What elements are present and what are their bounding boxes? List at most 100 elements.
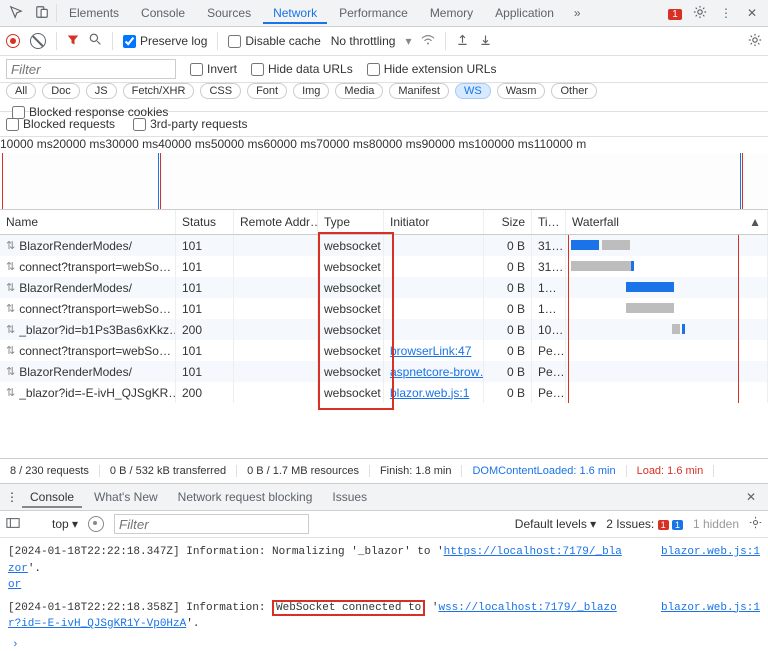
disable-cache-checkbox[interactable]: Disable cache bbox=[228, 34, 320, 48]
console-log-line: [2024-01-18T22:22:18.358Z] Information: … bbox=[8, 600, 624, 633]
summary-dom: DOMContentLoaded: 1.6 min bbox=[462, 465, 626, 477]
network-settings-gear-icon[interactable] bbox=[748, 33, 762, 50]
drawer-tab-issues[interactable]: Issues bbox=[324, 486, 375, 508]
initiator-link[interactable]: browserLink:47 bbox=[390, 344, 471, 358]
type-filter-row: All Doc JS Fetch/XHR CSS Font Img Media Manifest… bbox=[0, 83, 768, 112]
network-summary-bar: 8 / 230 requests 0 B / 532 kB transferre… bbox=[0, 459, 768, 484]
initiator-link[interactable]: blazor.web.js:1 bbox=[390, 386, 469, 400]
type-pill-fetchxhr[interactable]: Fetch/XHR bbox=[123, 83, 195, 99]
summary-resources: 0 B / 1.7 MB resources bbox=[237, 465, 370, 477]
hidden-count: 1 hidden bbox=[693, 517, 739, 531]
device-toggle-icon[interactable] bbox=[30, 5, 54, 22]
type-pill-other[interactable]: Other bbox=[551, 83, 597, 99]
console-prompt[interactable]: › bbox=[8, 633, 760, 651]
levels-select[interactable]: Default levels ▾ bbox=[515, 517, 596, 531]
close-drawer-icon[interactable]: ✕ bbox=[740, 490, 762, 504]
console-log-line: [2024-01-18T22:22:18.347Z] Information: … bbox=[8, 544, 624, 577]
live-expression-icon[interactable] bbox=[88, 516, 104, 532]
timeline-tick: 80000 ms bbox=[369, 137, 422, 151]
summary-finish: Finish: 1.8 min bbox=[370, 465, 463, 477]
console-output: [2024-01-18T22:22:18.347Z] Information: … bbox=[0, 538, 768, 651]
table-row[interactable]: ⇅_blazor?id=b1Ps3Bas6xKkz…200websocket0 … bbox=[0, 319, 768, 340]
type-pill-doc[interactable]: Doc bbox=[42, 83, 80, 99]
table-row[interactable]: ⇅connect?transport=webSo…101websocket0 B… bbox=[0, 298, 768, 319]
table-row[interactable]: ⇅BlazorRenderModes/101websocket0 B1… bbox=[0, 277, 768, 298]
type-pill-all[interactable]: All bbox=[6, 83, 36, 99]
main-tab-console[interactable]: Console bbox=[131, 2, 195, 24]
type-pill-js[interactable]: JS bbox=[86, 83, 117, 99]
devtools-main-tabs: ElementsConsoleSourcesNetworkPerformance… bbox=[0, 0, 768, 27]
col-size: Size bbox=[484, 210, 532, 234]
summary-load: Load: 1.6 min bbox=[627, 465, 715, 477]
drawer-tab-console[interactable]: Console bbox=[22, 486, 82, 508]
main-tab-application[interactable]: Application bbox=[485, 2, 564, 24]
throttling-select[interactable]: No throttling bbox=[331, 34, 396, 48]
inspect-icon[interactable] bbox=[4, 5, 28, 22]
websocket-connected-highlight: WebSocket connected to bbox=[272, 600, 425, 616]
console-source-link[interactable]: blazor.web.js:1 bbox=[661, 546, 760, 558]
close-devtools-icon[interactable]: ✕ bbox=[740, 6, 764, 20]
console-toolbar: top ▾ Default levels ▾ 2 Issues: 1 1 1 h… bbox=[0, 511, 768, 538]
console-settings-gear-icon[interactable] bbox=[749, 516, 762, 532]
upload-har-icon[interactable] bbox=[456, 33, 469, 49]
filter-toggle-icon[interactable] bbox=[67, 34, 79, 49]
main-tab-performance[interactable]: Performance bbox=[329, 2, 418, 24]
summary-requests: 8 / 230 requests bbox=[0, 465, 100, 477]
type-pill-wasm[interactable]: Wasm bbox=[497, 83, 546, 99]
console-clear-button[interactable] bbox=[30, 518, 42, 530]
context-select[interactable]: top ▾ bbox=[52, 517, 78, 531]
table-header[interactable]: Name Status Remote Addr… Type Initiator … bbox=[0, 210, 768, 235]
third-party-checkbox[interactable]: 3rd-party requests bbox=[133, 117, 247, 131]
download-har-icon[interactable] bbox=[479, 33, 492, 49]
timeline-overview[interactable]: 10000 ms20000 ms30000 ms40000 ms50000 ms… bbox=[0, 137, 768, 210]
blocked-requests-checkbox[interactable]: Blocked requests bbox=[6, 117, 115, 131]
console-link[interactable]: or bbox=[8, 579, 21, 591]
type-pill-media[interactable]: Media bbox=[335, 83, 383, 99]
console-sidebar-icon[interactable] bbox=[6, 517, 20, 532]
timeline-tick: 50000 ms bbox=[211, 137, 264, 151]
type-pill-css[interactable]: CSS bbox=[200, 83, 241, 99]
error-indicator[interactable]: 1 bbox=[662, 6, 686, 20]
summary-transferred: 0 B / 532 kB transferred bbox=[100, 465, 237, 477]
main-tab-network[interactable]: Network bbox=[263, 2, 327, 24]
drawer-tabs: ⋮ ConsoleWhat's NewNetwork request block… bbox=[0, 484, 768, 511]
main-tab-memory[interactable]: Memory bbox=[420, 2, 483, 24]
timeline-tick: 70000 ms bbox=[316, 137, 369, 151]
search-icon[interactable] bbox=[89, 33, 102, 49]
preserve-log-checkbox[interactable]: Preserve log bbox=[123, 34, 207, 48]
table-row[interactable]: ⇅_blazor?id=-E-ivH_QJSgKR…200websocketbl… bbox=[0, 382, 768, 403]
settings-gear-icon[interactable] bbox=[688, 5, 712, 22]
issues-indicator[interactable]: 2 Issues: 1 1 bbox=[606, 517, 683, 531]
type-pill-manifest[interactable]: Manifest bbox=[389, 83, 449, 99]
more-tabs-icon[interactable]: » bbox=[566, 6, 589, 20]
type-pill-ws[interactable]: WS bbox=[455, 83, 491, 99]
wifi-icon[interactable] bbox=[421, 34, 435, 49]
main-tab-elements[interactable]: Elements bbox=[59, 2, 129, 24]
timeline-tick: 10000 ms bbox=[0, 137, 53, 151]
timeline-tick: 110000 m bbox=[534, 137, 586, 151]
type-pill-font[interactable]: Font bbox=[247, 83, 287, 99]
col-waterfall: Waterfall▲ bbox=[566, 210, 768, 234]
table-row[interactable]: ⇅BlazorRenderModes/101websocketaspnetcor… bbox=[0, 361, 768, 382]
network-toolbar: Preserve log Disable cache No throttling… bbox=[0, 27, 768, 56]
kebab-menu-icon[interactable]: ⋮ bbox=[714, 6, 738, 20]
clear-button[interactable] bbox=[30, 33, 46, 49]
hide-extension-urls-checkbox[interactable]: Hide extension URLs bbox=[367, 62, 497, 76]
drawer-tab-network-request-blocking[interactable]: Network request blocking bbox=[170, 486, 321, 508]
table-row[interactable]: ⇅connect?transport=webSo…101websocketbro… bbox=[0, 340, 768, 361]
drawer-tab-what-s-new[interactable]: What's New bbox=[86, 486, 166, 508]
col-status: Status bbox=[176, 210, 234, 234]
table-row[interactable]: ⇅BlazorRenderModes/101websocket0 B31… bbox=[0, 235, 768, 256]
hide-data-urls-checkbox[interactable]: Hide data URLs bbox=[251, 62, 353, 76]
table-row[interactable]: ⇅connect?transport=webSo…101websocket0 B… bbox=[0, 256, 768, 277]
network-filter-input[interactable] bbox=[6, 59, 176, 79]
drawer-menu-icon[interactable]: ⋮ bbox=[6, 490, 18, 504]
type-pill-img[interactable]: Img bbox=[293, 83, 329, 99]
main-tab-sources[interactable]: Sources bbox=[197, 2, 261, 24]
col-name: Name bbox=[0, 210, 176, 234]
console-filter-input[interactable] bbox=[114, 514, 309, 534]
record-button[interactable] bbox=[6, 34, 20, 48]
console-source-link[interactable]: blazor.web.js:1 bbox=[661, 602, 760, 614]
initiator-link[interactable]: aspnetcore-brow… bbox=[390, 365, 484, 379]
invert-checkbox[interactable]: Invert bbox=[190, 62, 237, 76]
